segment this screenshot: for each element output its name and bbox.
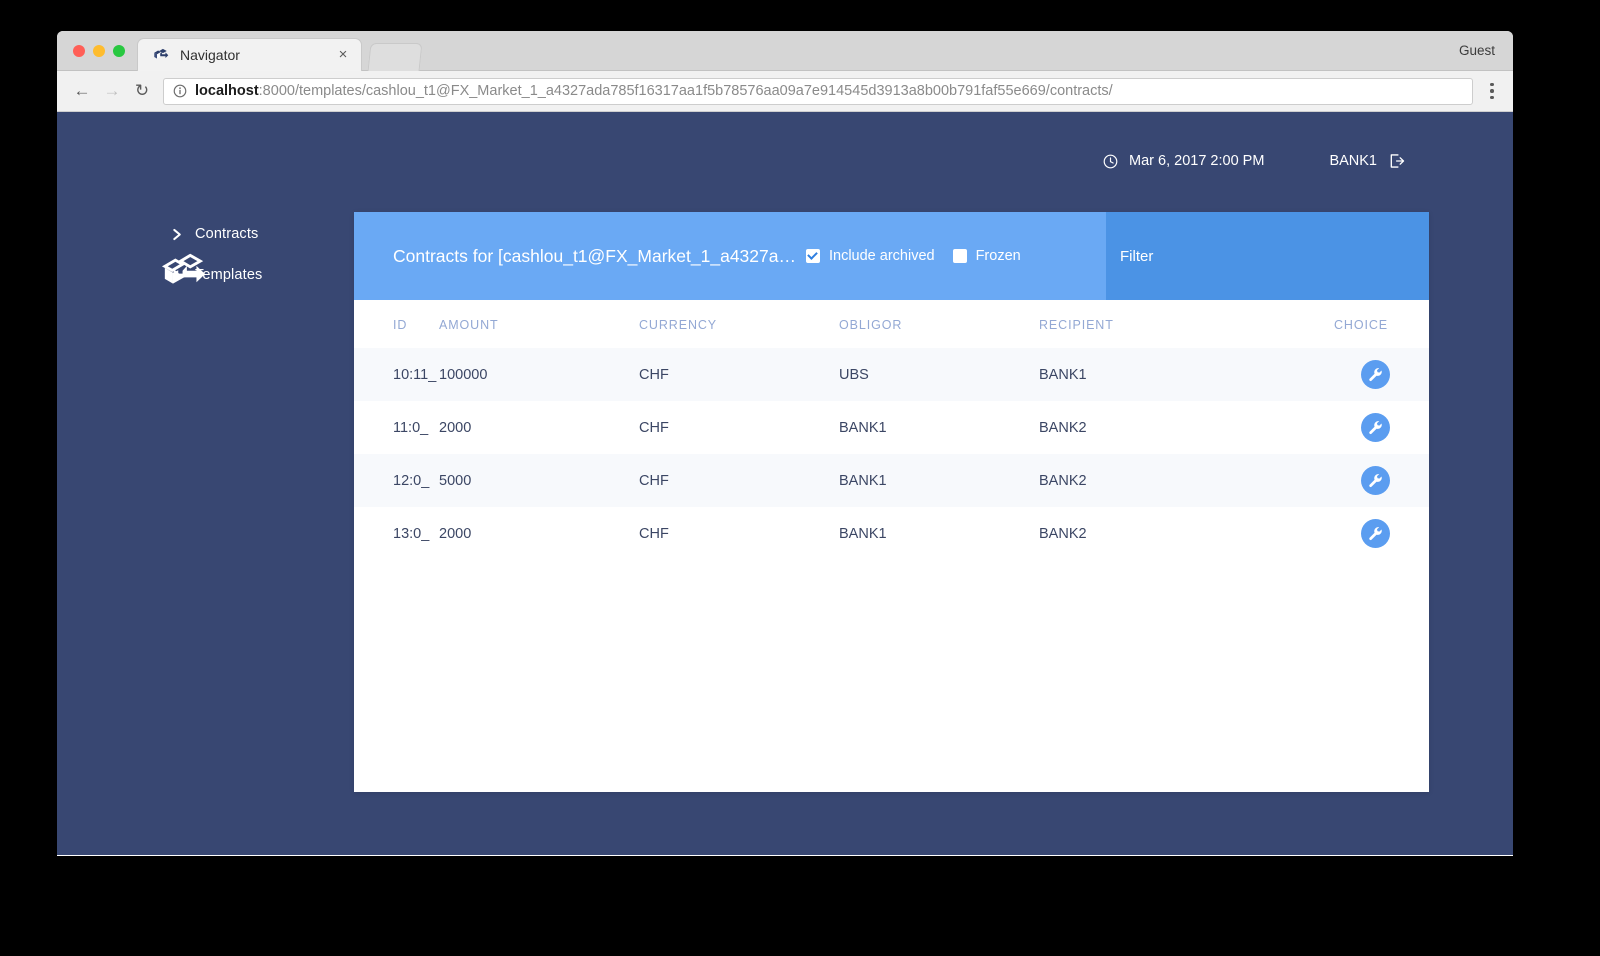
checkbox-box[interactable] (806, 249, 820, 263)
profile-label[interactable]: Guest (1459, 43, 1495, 58)
clock-icon (1103, 154, 1118, 169)
forward-icon: → (97, 76, 127, 106)
table-row[interactable]: 10:11_100000CHFUBSBANK1 (354, 348, 1429, 401)
navigator-logo-icon (152, 47, 169, 64)
sidebar-item-label: Contracts (195, 226, 258, 242)
wrench-icon (1368, 526, 1383, 541)
cell-obligor: BANK1 (839, 507, 1039, 560)
page-title: Contracts for [cashlou_t1@FX_Market_1_a4… (393, 246, 796, 267)
app-header-right: Mar 6, 2017 2:00 PM BANK1 (1103, 153, 1405, 169)
chevron-right-icon (172, 228, 183, 241)
cell-id: 13:0_ (354, 507, 439, 560)
panel-header-main: Contracts for [cashlou_t1@FX_Market_1_a4… (354, 212, 1106, 300)
chevron-right-icon (172, 269, 183, 282)
close-icon[interactable]: × (335, 47, 351, 63)
info-icon[interactable] (173, 84, 187, 98)
table-row[interactable]: 12:0_5000CHFBANK1BANK2 (354, 454, 1429, 507)
browser-tabstrip: Navigator × Guest (57, 31, 1513, 71)
column-header-id[interactable]: ID (354, 300, 439, 348)
cell-obligor: BANK1 (839, 401, 1039, 454)
url-path: :8000/templates/cashlou_t1@FX_Market_1_a… (259, 83, 1113, 99)
cell-obligor: BANK1 (839, 454, 1039, 507)
column-header-choice[interactable]: CHOICE (1301, 300, 1429, 348)
cell-amount: 100000 (439, 348, 639, 401)
address-bar[interactable]: localhost:8000/templates/cashlou_t1@FX_M… (163, 78, 1473, 105)
cell-recipient: BANK1 (1039, 348, 1301, 401)
cell-recipient: BANK2 (1039, 454, 1301, 507)
cell-amount: 5000 (439, 454, 639, 507)
current-datetime: Mar 6, 2017 2:00 PM (1129, 153, 1264, 169)
cell-recipient: BANK2 (1039, 507, 1301, 560)
sidebar: Contracts Templates (172, 220, 382, 302)
reload-icon[interactable]: ↻ (127, 76, 157, 106)
checkbox-box[interactable] (953, 249, 967, 263)
filter-label: Filter (1120, 248, 1153, 265)
cell-id: 11:0_ (354, 401, 439, 454)
cell-amount: 2000 (439, 507, 639, 560)
browser-menu-icon[interactable] (1481, 83, 1503, 100)
frozen-checkbox[interactable]: Frozen (953, 248, 1021, 264)
window-controls (73, 45, 125, 57)
contracts-table-head: ID AMOUNT CURRENCY OBLIGOR RECIPIENT CHO… (354, 300, 1429, 348)
column-header-obligor[interactable]: OBLIGOR (839, 300, 1039, 348)
browser-tab-title: Navigator (180, 47, 335, 63)
address-bar-url: localhost:8000/templates/cashlou_t1@FX_M… (195, 83, 1113, 99)
cell-choice (1301, 507, 1429, 560)
wrench-icon (1368, 473, 1383, 488)
cell-currency: CHF (639, 507, 839, 560)
cell-id: 12:0_ (354, 454, 439, 507)
contracts-panel: Contracts for [cashlou_t1@FX_Market_1_a4… (354, 212, 1429, 792)
cell-obligor: UBS (839, 348, 1039, 401)
cell-recipient: BANK2 (1039, 401, 1301, 454)
back-icon[interactable]: ← (67, 76, 97, 106)
table-row[interactable]: 11:0_2000CHFBANK1BANK2 (354, 401, 1429, 454)
cell-currency: CHF (639, 454, 839, 507)
filter-button[interactable]: Filter (1106, 212, 1429, 300)
choice-button[interactable] (1361, 466, 1390, 495)
choice-button[interactable] (1361, 413, 1390, 442)
new-tab-button[interactable] (368, 43, 423, 71)
column-header-recipient[interactable]: RECIPIENT (1039, 300, 1301, 348)
close-window-button[interactable] (73, 45, 85, 57)
cell-choice (1301, 454, 1429, 507)
column-header-currency[interactable]: CURRENCY (639, 300, 839, 348)
include-archived-label: Include archived (829, 248, 935, 264)
contracts-table: ID AMOUNT CURRENCY OBLIGOR RECIPIENT CHO… (354, 300, 1429, 560)
cell-currency: CHF (639, 348, 839, 401)
frozen-label: Frozen (976, 248, 1021, 264)
cell-choice (1301, 348, 1429, 401)
include-archived-checkbox[interactable]: Include archived (806, 248, 935, 264)
url-host: localhost (195, 83, 259, 99)
cell-currency: CHF (639, 401, 839, 454)
column-header-amount[interactable]: AMOUNT (439, 300, 639, 348)
maximize-window-button[interactable] (113, 45, 125, 57)
contracts-table-body: 10:11_100000CHFUBSBANK111:0_2000CHFBANK1… (354, 348, 1429, 560)
panel-header: Contracts for [cashlou_t1@FX_Market_1_a4… (354, 212, 1429, 300)
sidebar-item-contracts[interactable]: Contracts (172, 220, 382, 248)
choice-button[interactable] (1361, 519, 1390, 548)
browser-tab[interactable]: Navigator × (137, 38, 362, 71)
browser-toolbar: ← → ↻ localhost:8000/templates/cashlou_t… (57, 71, 1513, 112)
cell-id: 10:11_ (354, 348, 439, 401)
minimize-window-button[interactable] (93, 45, 105, 57)
sidebar-item-templates[interactable]: Templates (172, 261, 382, 289)
wrench-icon (1368, 367, 1383, 382)
browser-window: Navigator × Guest ← → ↻ localhost:8000/t… (57, 31, 1513, 856)
current-user-label: BANK1 (1329, 153, 1377, 169)
sidebar-item-label: Templates (195, 267, 262, 283)
cell-choice (1301, 401, 1429, 454)
choice-button[interactable] (1361, 360, 1390, 389)
logout-icon[interactable] (1389, 153, 1405, 169)
table-header-row: ID AMOUNT CURRENCY OBLIGOR RECIPIENT CHO… (354, 300, 1429, 348)
table-row[interactable]: 13:0_2000CHFBANK1BANK2 (354, 507, 1429, 560)
navigator-app: Mar 6, 2017 2:00 PM BANK1 Contracts Temp… (57, 112, 1513, 855)
wrench-icon (1368, 420, 1383, 435)
cell-amount: 2000 (439, 401, 639, 454)
